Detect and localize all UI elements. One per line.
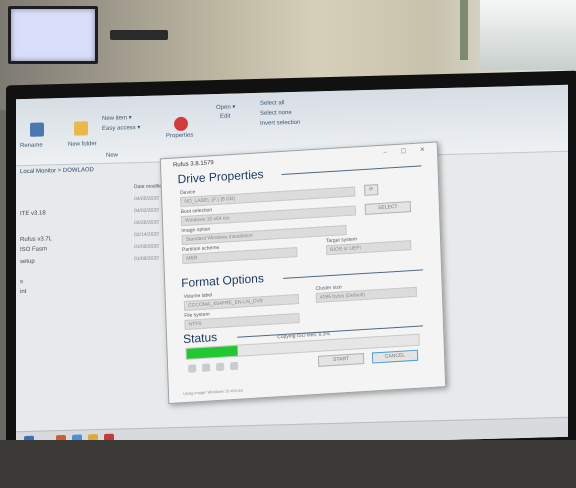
device-label: Device [179, 189, 196, 197]
new-folder-icon[interactable] [74, 121, 88, 136]
cancel-button[interactable]: CANCEL [371, 349, 419, 364]
start-button[interactable]: START [317, 353, 365, 367]
info-icon[interactable] [202, 363, 211, 372]
wall-pipe [460, 0, 468, 60]
ribbon-select-all[interactable]: Select all [260, 100, 284, 107]
log-icon[interactable] [230, 361, 239, 371]
ribbon-tab-rename[interactable]: Rename [20, 143, 43, 150]
dialog-title: Rufus 3.8.1579 [172, 160, 214, 169]
list-item-date: 04/05/2020 [134, 195, 160, 203]
list-item[interactable]: Rufus v3.7L [20, 236, 52, 243]
monitor-screen: Rename New folder New New item ▾ Easy ac… [16, 84, 568, 452]
section-status: Status [182, 330, 218, 347]
progress-fill [186, 345, 238, 359]
window-light [480, 0, 576, 70]
list-item[interactable]: int [20, 289, 26, 295]
save-drive-icon[interactable]: ⟳ [364, 184, 379, 196]
computer-monitor: Rename New folder New New item ▾ Easy ac… [6, 70, 576, 486]
list-item-date: 03/26/2020 [134, 219, 160, 227]
list-item-date: 04/02/2020 [134, 207, 160, 215]
select-button[interactable]: SELECT [364, 201, 412, 215]
section-format-options: Format Options [180, 271, 265, 291]
ribbon-edit[interactable]: Edit [220, 114, 230, 120]
ribbon-tab-new-folder[interactable]: New folder [68, 141, 97, 148]
section-divider [281, 165, 422, 175]
section-drive-properties: Drive Properties [177, 167, 264, 187]
list-item-date: 01/09/2020 [134, 243, 160, 251]
ribbon-easy-access[interactable]: Easy access ▾ [102, 124, 140, 132]
ribbon-invert-selection[interactable]: Invert selection [260, 120, 300, 127]
wall-tv [8, 6, 98, 64]
list-item-date: 01/09/2020 [134, 255, 160, 263]
device-select[interactable]: NO_LABEL (F:) [8 GB] [180, 186, 356, 208]
wall-shelf [110, 30, 168, 40]
breadcrumb[interactable]: Local Monitor > DOWLAOD [20, 167, 94, 175]
desk-surface [0, 440, 576, 488]
ribbon-group-new: New [106, 152, 119, 159]
ribbon-new-item[interactable]: New item ▾ [102, 114, 132, 122]
list-item-date: 02/14/2020 [134, 231, 160, 239]
rename-icon[interactable] [30, 122, 44, 137]
ribbon-open[interactable]: Open ▾ [216, 103, 235, 111]
rufus-dialog: Rufus 3.8.1579 – ▢ ✕ Drive Properties De… [159, 141, 447, 405]
section-divider [283, 269, 424, 279]
list-item[interactable]: setup [20, 259, 35, 265]
globe-icon[interactable] [188, 364, 197, 373]
list-item[interactable]: s [20, 279, 23, 285]
properties-icon[interactable] [174, 116, 188, 132]
window-controls[interactable]: – ▢ ✕ [383, 146, 431, 156]
list-item[interactable]: ISO Fasm [20, 246, 47, 253]
photo-scene: Rename New folder New New item ▾ Easy ac… [0, 0, 576, 488]
settings-icon[interactable] [216, 362, 225, 372]
ribbon-select-none[interactable]: Select none [260, 110, 292, 117]
dialog-footer: Using image: Windows 10 x64.iso [182, 387, 244, 397]
list-item[interactable]: ITE v3.18 [20, 210, 46, 217]
ribbon-properties[interactable]: Properties [166, 133, 193, 140]
